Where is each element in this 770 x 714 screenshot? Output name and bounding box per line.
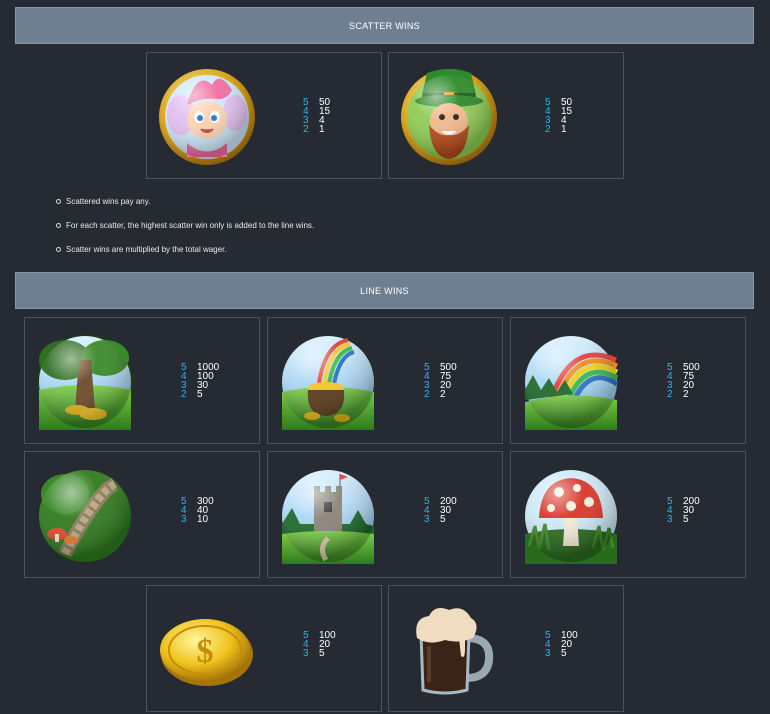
pay-row: 35 [303,648,336,659]
mushroom-symbol-icon [525,470,617,564]
pay-row: 35 [667,514,700,525]
castle-symbol-icon [282,470,374,564]
pay-count: 3 [667,514,673,525]
stone-path-symbol-icon [39,470,131,562]
pay-value: 1 [561,124,567,135]
pay-count: 2 [424,389,430,400]
paytable-card-tree: 5 1000 4 100 3 30 25 [24,317,260,444]
paytable-card-leprechaun: 5 50 4 15 34 21 [388,52,624,179]
tree-gold-symbol-icon [37,334,133,430]
pot-of-gold-paytable: 5 500 4 75 3 20 22 [424,363,457,400]
rainbow-symbol-icon [525,336,619,430]
paytable-card-beer-mug: 5 100 4 20 35 [388,585,624,712]
pay-value: 2 [440,389,446,400]
paytable-card-gold-coin: $ 5 100 4 20 35 [146,585,382,712]
pay-count: 2 [545,124,551,135]
paytable-card-mushroom: 5 200 4 30 35 [510,451,746,578]
mushroom-paytable: 5 200 4 30 35 [667,497,700,525]
pay-row: 21 [303,124,330,135]
scatter-wins-header: SCATTER WINS [15,7,754,44]
beer-mug-paytable: 5 100 4 20 35 [545,631,578,659]
pay-row: 22 [667,389,700,400]
beer-mug-symbol-icon [416,608,494,695]
pay-value: 5 [561,648,567,659]
paytable-card-stone-path: 5 300 4 40 3 10 [24,451,260,578]
pay-count: 3 [545,648,551,659]
leprechaun-paytable: 5 50 4 15 34 21 [545,98,572,135]
rule-item: Scatter wins are multiplied by the total… [56,245,314,254]
fairy-paytable: 5 50 4 15 34 21 [303,98,330,135]
gold-coin-symbol-icon: $ [160,619,253,686]
paytable-card-pot-of-gold: 5 500 4 75 3 20 22 [267,317,503,444]
pay-count: 3 [303,648,309,659]
pay-value: 2 [683,389,689,400]
rule-item: For each scatter, the highest scatter wi… [56,221,314,230]
castle-paytable: 5 200 4 30 35 [424,497,457,525]
line-wins-title: LINE WINS [360,285,409,296]
line-wins-header: LINE WINS [15,272,754,309]
pay-value: 5 [683,514,689,525]
pay-count: 2 [181,389,187,400]
pay-value: 1 [319,124,325,135]
rainbow-paytable: 5 500 4 75 3 20 22 [667,363,700,400]
pay-value: 5 [440,514,446,525]
fairy-symbol-icon [159,69,255,165]
pay-value: 5 [197,389,203,400]
paytable-card-rainbow: 5 500 4 75 3 20 22 [510,317,746,444]
svg-text:$: $ [197,633,214,670]
rule-item: Scattered wins pay any. [56,197,314,206]
leprechaun-symbol-icon [401,69,497,165]
pay-row: 35 [545,648,578,659]
paytable-card-castle: 5 200 4 30 35 [267,451,503,578]
tree-paytable: 5 1000 4 100 3 30 25 [181,363,219,400]
gold-coin-paytable: 5 100 4 20 35 [303,631,336,659]
pay-count: 3 [424,514,430,525]
scatter-wins-title: SCATTER WINS [349,20,420,31]
pay-row: 21 [545,124,572,135]
scatter-rules-list: Scattered wins pay any. For each scatter… [56,197,314,269]
pay-row: 3 10 [181,514,214,525]
pot-of-gold-symbol-icon [282,336,374,430]
pay-row: 25 [181,389,219,400]
pay-value: 5 [319,648,325,659]
pay-count: 3 [181,514,187,525]
pay-count: 2 [303,124,309,135]
pay-count: 2 [667,389,673,400]
pay-row: 35 [424,514,457,525]
paytable-card-fairy: 5 50 4 15 34 21 [146,52,382,179]
stone-path-paytable: 5 300 4 40 3 10 [181,497,214,525]
pay-value: 10 [197,514,209,525]
pay-row: 22 [424,389,457,400]
